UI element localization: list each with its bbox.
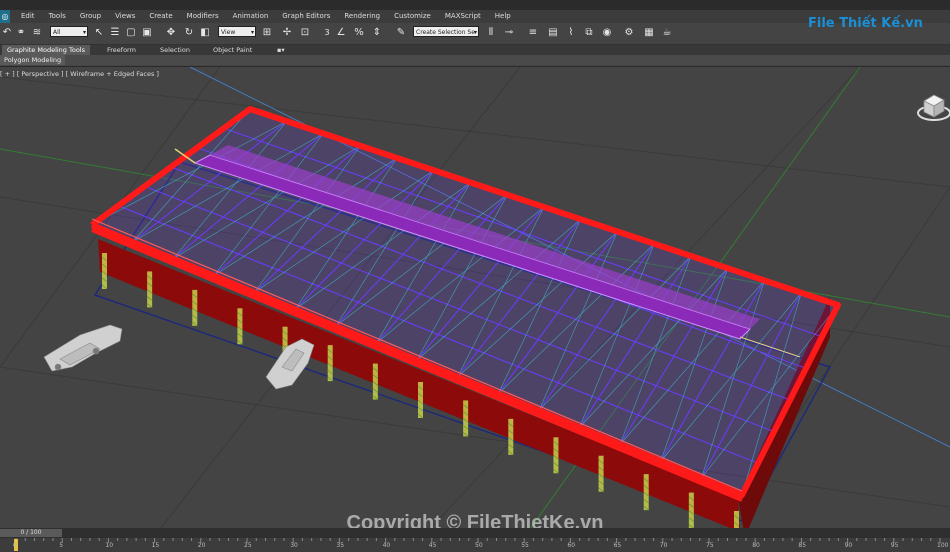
- column: [192, 289, 198, 326]
- rectangular-selection-icon[interactable]: ▢: [124, 26, 138, 40]
- frame-label: 75: [706, 542, 714, 549]
- frame-readout: 0 / 100: [20, 529, 42, 536]
- menu-modifiers[interactable]: Modifiers: [180, 10, 226, 23]
- select-object-icon[interactable]: ↖: [92, 26, 106, 40]
- column: [327, 345, 333, 382]
- menu-customize[interactable]: Customize: [387, 10, 438, 23]
- frame-label: 95: [890, 542, 899, 549]
- column: [508, 418, 514, 455]
- tab-selection[interactable]: Selection: [155, 45, 195, 55]
- link-icon[interactable]: ⚭: [14, 26, 28, 40]
- vehicle-car: [265, 338, 315, 390]
- time-slider[interactable]: 0 / 100: [0, 528, 950, 538]
- move-icon[interactable]: ✥: [164, 26, 178, 40]
- column: [598, 455, 604, 492]
- menu-graph-editors[interactable]: Graph Editors: [275, 10, 337, 23]
- window-crossing-icon[interactable]: ▣: [140, 26, 154, 40]
- ribbon-options-icon[interactable]: ▪▾: [272, 45, 290, 55]
- frame-label: 85: [798, 542, 807, 549]
- frame-label: 65: [613, 542, 622, 549]
- frame-label: 80: [752, 542, 760, 549]
- frame-label: 100: [937, 542, 949, 549]
- column: [102, 253, 107, 289]
- reference-coordinate-select[interactable]: View: [218, 26, 256, 38]
- frame-label: 30: [290, 542, 298, 549]
- graphite-toggle-icon[interactable]: ▤: [546, 26, 560, 40]
- vehicle-truck: [43, 324, 123, 372]
- menu-group[interactable]: Group: [73, 10, 108, 23]
- spinner-snap-icon[interactable]: ⇕: [370, 26, 384, 40]
- ribbon-panel: Polygon Modeling: [0, 55, 950, 65]
- viewcube-icon[interactable]: [912, 87, 950, 123]
- viewport-label[interactable]: [ + ] [ Perspective ] [ Wireframe + Edge…: [0, 70, 159, 78]
- frame-label: 45: [428, 542, 437, 549]
- frame-label: 90: [844, 542, 853, 549]
- menu-tools[interactable]: Tools: [42, 10, 73, 23]
- tab-graphite-modeling-tools[interactable]: Graphite Modeling Tools: [2, 45, 91, 55]
- scale-icon[interactable]: ◧: [198, 26, 212, 40]
- frame-label: 20: [197, 542, 206, 549]
- menu-rendering[interactable]: Rendering: [337, 10, 387, 23]
- menu-items: Edit Tools Group Views Create Modifiers …: [14, 10, 518, 23]
- column: [643, 474, 649, 511]
- menu-edit[interactable]: Edit: [14, 10, 42, 23]
- select-manipulate-icon[interactable]: ✢: [280, 26, 294, 40]
- edit-named-selection-icon[interactable]: ✎: [394, 26, 408, 40]
- mirror-icon[interactable]: ⫴: [484, 26, 498, 40]
- frame-label: 0: [13, 542, 17, 549]
- menu-maxscript[interactable]: MAXScript: [438, 10, 488, 23]
- frame-label: 70: [659, 542, 668, 549]
- curve-editor-icon[interactable]: ⌇: [564, 26, 578, 40]
- align-icon[interactable]: ⊸: [502, 26, 516, 40]
- bind-spacewarp-icon[interactable]: ≋: [30, 26, 44, 40]
- column: [372, 363, 378, 400]
- column: [463, 400, 469, 437]
- undo-icon[interactable]: ↶: [0, 26, 14, 40]
- selection-filter-select[interactable]: All: [50, 26, 88, 38]
- menu-create[interactable]: Create: [142, 10, 179, 23]
- frame-label: 60: [567, 542, 576, 549]
- brand-logo: File Thiết Kế.vn: [808, 12, 923, 34]
- rotate-icon[interactable]: ↻: [182, 26, 196, 40]
- time-slider-thumb[interactable]: 0 / 100: [0, 529, 62, 537]
- pivot-center-icon[interactable]: ⊞: [260, 26, 274, 40]
- tab-object-paint[interactable]: Object Paint: [208, 45, 257, 55]
- frame-label: 10: [105, 542, 114, 549]
- rendered-frame-window-icon[interactable]: ▦: [642, 26, 656, 40]
- select-by-name-icon[interactable]: ☰: [108, 26, 122, 40]
- frame-label: 35: [336, 542, 345, 549]
- app-logo-icon[interactable]: ◎: [0, 10, 10, 23]
- schematic-view-icon[interactable]: ⧉: [582, 26, 596, 40]
- tab-freeform[interactable]: Freeform: [102, 45, 141, 55]
- percent-snap-icon[interactable]: %: [352, 26, 366, 40]
- render-setup-icon[interactable]: ⚙: [622, 26, 636, 40]
- frame-label: 25: [244, 542, 252, 549]
- scene-render: [0, 67, 950, 529]
- angle-snap-icon[interactable]: ∠: [334, 26, 348, 40]
- frame-label: 40: [382, 542, 391, 549]
- layer-manager-icon[interactable]: ≡: [526, 26, 540, 40]
- named-selection-set-select[interactable]: Create Selection Se: [413, 26, 479, 38]
- track-bar[interactable]: 0 5 10 15 20 25 30 35 40 45 50 55 60 65 70 75 80 85 90 95 10…: [0, 538, 950, 552]
- menu-views[interactable]: Views: [108, 10, 142, 23]
- snap-toggle-icon[interactable]: 3: [320, 26, 334, 40]
- frame-label: 15: [151, 542, 160, 549]
- column: [418, 382, 423, 418]
- frame-label: 55: [521, 542, 529, 549]
- column: [147, 271, 153, 308]
- menu-help[interactable]: Help: [488, 10, 518, 23]
- ribbon-tabs: Graphite Modeling Tools Freeform Selecti…: [0, 45, 950, 55]
- menu-animation[interactable]: Animation: [226, 10, 276, 23]
- frame-label: 50: [475, 542, 483, 549]
- material-editor-icon[interactable]: ◉: [600, 26, 614, 40]
- keyboard-shortcut-icon[interactable]: ⊡: [298, 26, 312, 40]
- render-teapot-icon[interactable]: ☕: [660, 26, 674, 40]
- logo-text: File Thiết Kế.vn: [808, 16, 923, 31]
- title-strip: [0, 0, 950, 10]
- frame-label: 5: [59, 542, 64, 549]
- perspective-viewport[interactable]: [ + ] [ Perspective ] [ Wireframe + Edge…: [0, 66, 950, 529]
- panel-polygon-modeling[interactable]: Polygon Modeling: [0, 55, 66, 65]
- column: [237, 308, 243, 345]
- column: [553, 437, 559, 474]
